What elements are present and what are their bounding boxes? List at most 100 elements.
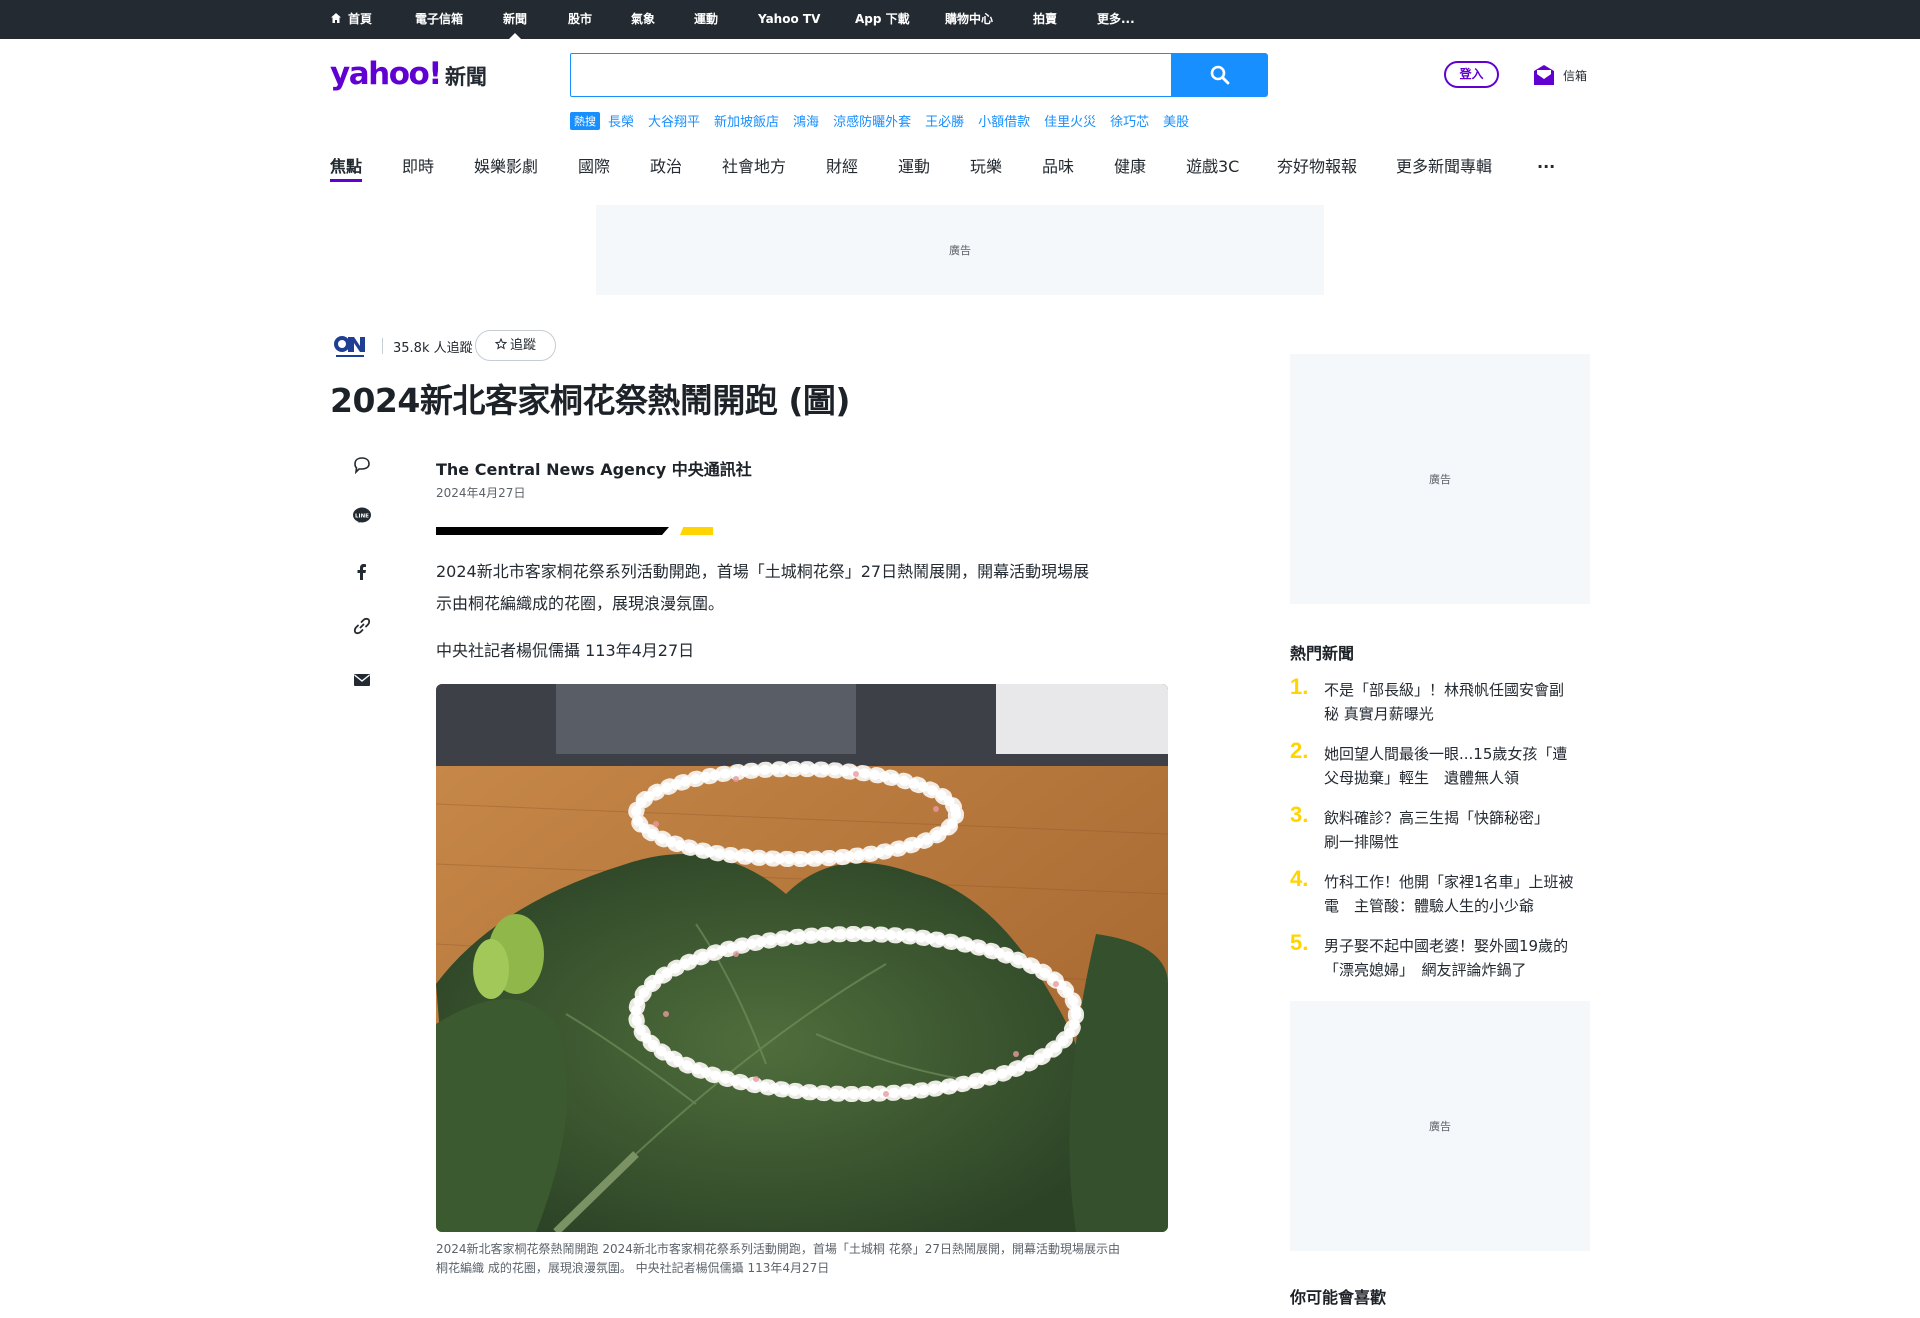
comment-icon — [354, 457, 370, 475]
svg-text:LINE: LINE — [355, 514, 369, 520]
publisher-logo[interactable] — [332, 332, 370, 360]
topnav-mail[interactable]: 電子信箱 — [415, 0, 463, 39]
topnav-home[interactable]: 首頁 — [330, 0, 372, 39]
line-icon: LINE — [353, 507, 371, 523]
topnav-home-label: 首頁 — [348, 12, 373, 26]
trending-headline: 不是「部長級」！林飛帆任國安會副秘 真實月薪曝光 — [1324, 678, 1590, 726]
share-facebook-button[interactable] — [349, 559, 375, 585]
article-paragraph-line: 示由桐花編織成的花圈，展現浪漫氛圍。 — [436, 594, 725, 613]
category-tab[interactable]: 娛樂影劇 — [474, 153, 538, 177]
trending-headline-line: 父母拋棄」輕生 遺體無人領 — [1324, 769, 1520, 787]
category-tab[interactable]: 國際 — [578, 153, 610, 177]
category-tab[interactable]: 即時 — [402, 153, 434, 177]
category-tab[interactable]: 社會地方 — [722, 153, 786, 177]
category-tab[interactable]: 更多新聞專輯 — [1396, 153, 1492, 177]
topnav-more[interactable]: 更多... — [1097, 0, 1135, 39]
ad-label: 廣告 — [1429, 473, 1451, 486]
trending-news-item[interactable]: 2. 她回望人間最後一眼...15歲女孩「遭 父母拋棄」輕生 遺體無人領 — [1290, 738, 1590, 798]
trending-link[interactable]: 涼感防曬外套 — [833, 115, 911, 130]
trending-news-item[interactable]: 3. 飲料確診？高三生揭「快篩秘密」 刷一排陽性 — [1290, 802, 1590, 862]
category-tab[interactable]: 政治 — [650, 153, 682, 177]
trending-headline-line: 不是「部長級」！林飛帆任國安會副 — [1324, 681, 1565, 699]
ad-banner-top[interactable]: 廣告 — [596, 205, 1324, 295]
top-navigation-bar: 首頁 電子信箱 新聞 股市 氣象 運動 Yahoo TV App 下載 購物中心… — [0, 0, 1920, 39]
ad-label: 廣告 — [949, 244, 971, 257]
trending-rank: 5. — [1290, 930, 1309, 955]
trending-link[interactable]: 新加坡飯店 — [714, 115, 779, 130]
topnav-shopping[interactable]: 購物中心 — [945, 0, 993, 39]
trending-link[interactable]: 鴻海 — [793, 115, 819, 130]
topnav-weather[interactable]: 氣象 — [631, 0, 655, 39]
hot-search-badge: 熱搜 — [570, 112, 600, 130]
trending-link[interactable]: 美股 — [1163, 115, 1189, 130]
category-tab[interactable]: 運動 — [898, 153, 930, 177]
category-tab[interactable]: 焦點 — [330, 153, 363, 182]
ad-sidebar-top[interactable]: 廣告 — [1290, 354, 1590, 604]
topnav-sports[interactable]: 運動 — [694, 0, 718, 39]
trending-link[interactable]: 佳里火災 — [1044, 115, 1096, 130]
follow-label: 追蹤 — [509, 338, 536, 353]
category-tab[interactable]: 健康 — [1114, 153, 1146, 177]
photo-caption-line: 桐花編織 成的花圈，展現浪漫氛圍。 中央社記者楊侃儒攝 113年4月27日 — [436, 1261, 830, 1275]
trending-searches: 熱搜 長榮 大谷翔平 新加坡飯店 鴻海 涼感防曬外套 王必勝 小額借款 佳里火災 徐巧芯 美股 — [570, 111, 1203, 130]
article-title: 2024新北客家桐花祭熱鬧開跑 (圖) — [330, 381, 851, 420]
follow-button[interactable]: 追蹤 — [475, 330, 556, 361]
trending-headline-line: 男子娶不起中國老婆！娶外國19歲的 — [1324, 937, 1569, 955]
trending-headline-line: 「漂亮媳婦」 網友評論炸鍋了 — [1324, 961, 1527, 979]
trending-rank: 4. — [1290, 866, 1309, 891]
may-like-title: 你可能會喜歡 — [1290, 1288, 1387, 1307]
trending-news-item[interactable]: 4. 竹科工作！他開「家裡1名車」上班被電 主管酸：體驗人生的小少爺 — [1290, 866, 1590, 926]
trending-link[interactable]: 小額借款 — [978, 115, 1030, 130]
article-paragraph: 中央社記者楊侃儒攝 113年4月27日 — [436, 641, 695, 660]
trending-link[interactable]: 徐巧芯 — [1110, 115, 1149, 130]
category-more-button[interactable]: ... — [1537, 153, 1555, 172]
signin-button[interactable]: 登入 — [1444, 61, 1499, 88]
photo-caption-line: 2024新北客家桐花祭熱鬧開跑 2024新北市客家桐花祭系列活動開跑，首場「土城… — [436, 1242, 1120, 1256]
search-input[interactable] — [571, 54, 1171, 96]
article-author[interactable]: The Central News Agency 中央通訊社 — [436, 456, 752, 480]
home-icon — [331, 13, 341, 23]
trending-link[interactable]: 長榮 — [608, 115, 634, 130]
trending-link[interactable]: 大谷翔平 — [648, 115, 700, 130]
facebook-icon — [357, 564, 366, 580]
share-email-button[interactable] — [349, 667, 375, 693]
topnav-yahoo-tv[interactable]: Yahoo TV — [758, 0, 820, 39]
trending-link[interactable]: 王必勝 — [925, 115, 964, 130]
category-tab[interactable]: 夯好物報報 — [1277, 153, 1357, 177]
category-tab[interactable]: 玩樂 — [970, 153, 1002, 177]
trending-headline: 男子娶不起中國老婆！娶外國19歲的 「漂亮媳婦」 網友評論炸鍋了 — [1324, 934, 1590, 982]
trending-news-item[interactable]: 1. 不是「部長級」！林飛帆任國安會副秘 真實月薪曝光 — [1290, 674, 1590, 734]
article-paragraph: 2024新北市客家桐花祭系列活動開跑，首場「土城桐花祭」27日熱鬧展開，開幕活動… — [436, 556, 1166, 620]
category-tab[interactable]: 遊戲3C — [1186, 153, 1239, 177]
trending-headline-line: 電 主管酸：體驗人生的小少爺 — [1324, 897, 1535, 915]
trending-rank: 1. — [1290, 674, 1309, 699]
category-tab[interactable]: 財經 — [826, 153, 858, 177]
trending-headline-line: 秘 真實月薪曝光 — [1324, 705, 1434, 723]
share-line-button[interactable]: LINE — [349, 503, 375, 529]
article-date: 2024年4月27日 — [436, 486, 526, 500]
trending-headline-line: 刷一排陽性 — [1324, 833, 1400, 851]
article-photo[interactable] — [436, 684, 1168, 1232]
topnav-app-download[interactable]: App 下載 — [855, 0, 910, 39]
search-icon — [1210, 65, 1230, 85]
ad-sidebar-bottom[interactable]: 廣告 — [1290, 1001, 1590, 1251]
topnav-news[interactable]: 新聞 — [503, 0, 527, 39]
search-button[interactable] — [1172, 53, 1268, 97]
flower-wreath-photo — [436, 684, 1168, 1232]
follower-count: 35.8k 人追蹤 — [393, 341, 473, 356]
mail-label: 信箱 — [1563, 68, 1588, 83]
topnav-auction[interactable]: 拍賣 — [1033, 0, 1057, 39]
category-tab[interactable]: 品味 — [1042, 153, 1074, 177]
topnav-stocks[interactable]: 股市 — [568, 0, 592, 39]
star-icon — [494, 337, 508, 350]
logo-section-text: 新聞 — [444, 65, 487, 89]
yahoo-news-logo[interactable]: yahoo! 新聞 — [330, 56, 487, 92]
copy-link-button[interactable] — [349, 613, 375, 639]
trending-rank: 3. — [1290, 802, 1309, 827]
comment-button[interactable] — [349, 452, 375, 478]
email-icon — [354, 674, 370, 686]
trending-news-item[interactable]: 5. 男子娶不起中國老婆！娶外國19歲的 「漂亮媳婦」 網友評論炸鍋了 — [1290, 930, 1590, 990]
trending-headline: 竹科工作！他開「家裡1名車」上班被電 主管酸：體驗人生的小少爺 — [1324, 870, 1590, 918]
byline-divider-black — [436, 527, 669, 535]
mail-link[interactable]: 信箱 — [1531, 62, 1587, 88]
